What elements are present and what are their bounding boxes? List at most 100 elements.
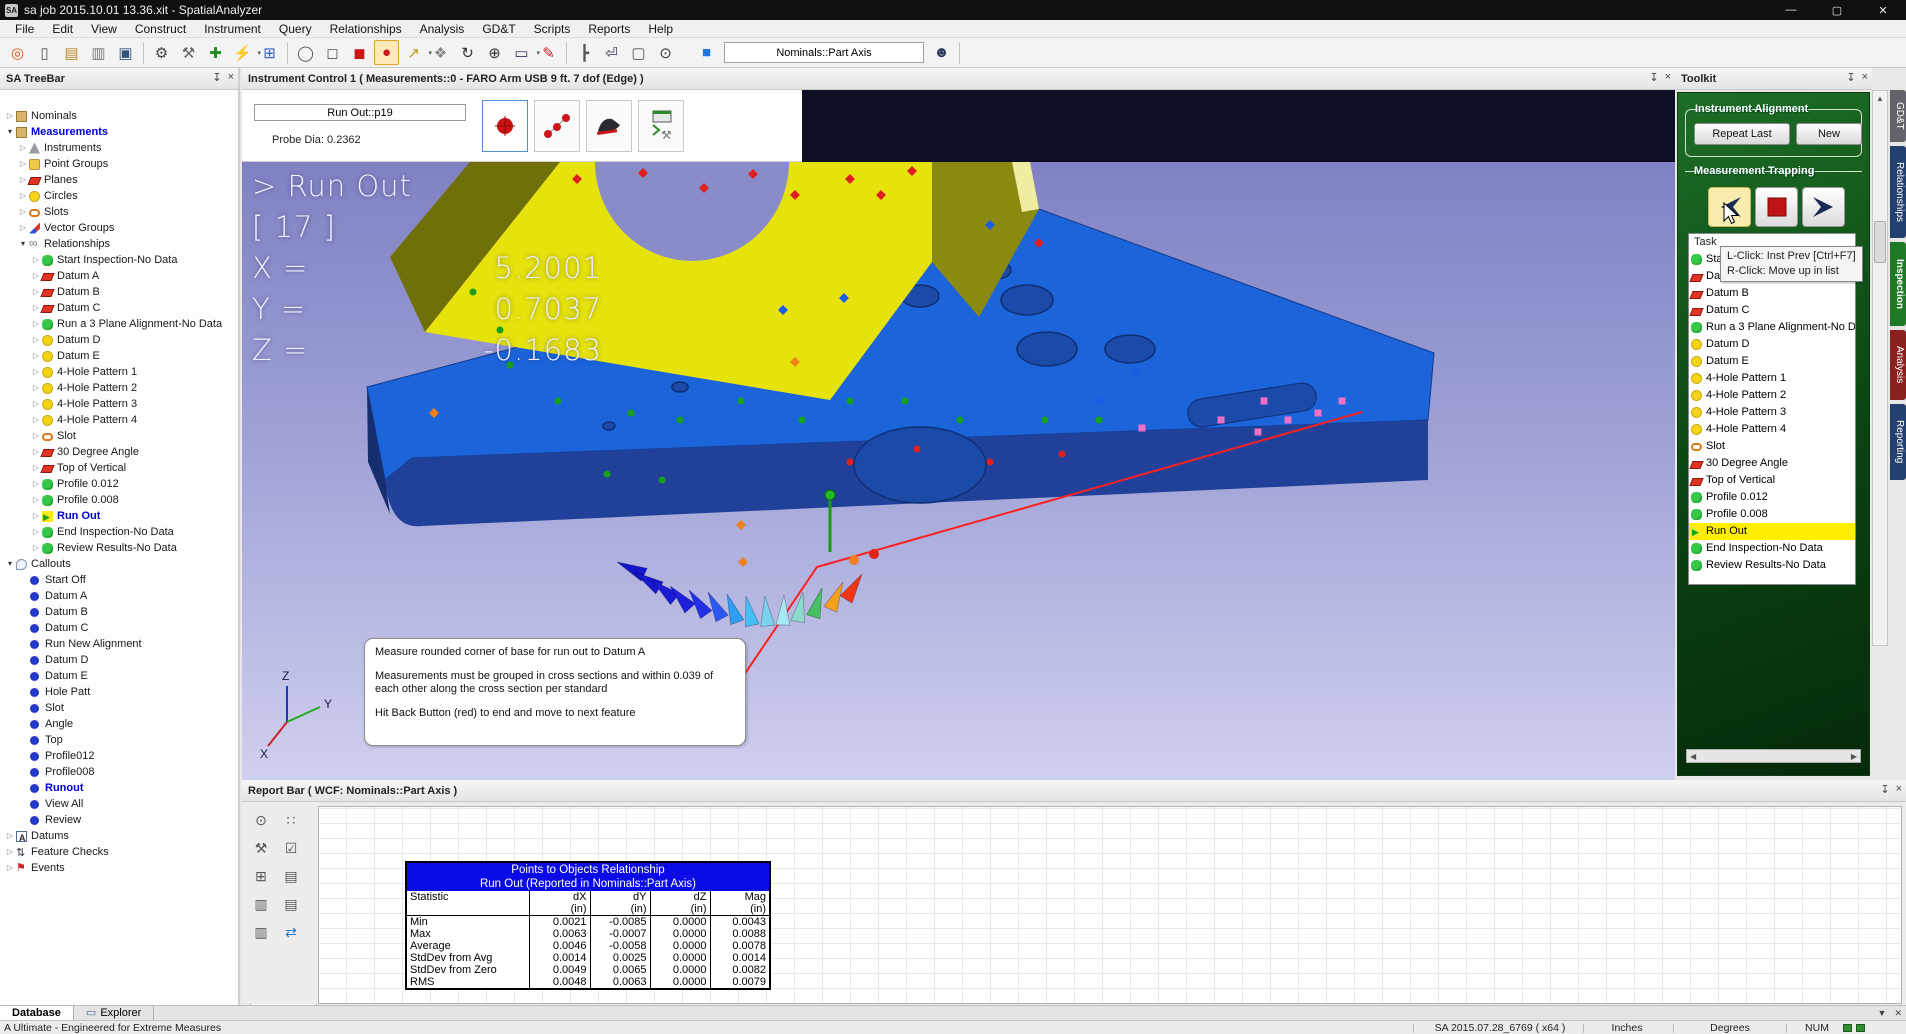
menu-edit[interactable]: Edit <box>43 21 82 37</box>
task-top-of-vertical[interactable]: Top of Vertical <box>1689 472 1855 489</box>
new-file-button[interactable]: ▯ <box>32 40 57 65</box>
snapshot-camera-button[interactable]: ⊙ <box>248 808 274 832</box>
add-instrument-button[interactable]: ✚ <box>203 40 228 65</box>
menu-analysis[interactable]: Analysis <box>411 21 474 37</box>
expander-icon[interactable]: ▾ <box>4 124 16 140</box>
task-run-out[interactable]: Run Out <box>1689 523 1855 540</box>
task-run-a-3-plane-alignment-no-dat[interactable]: Run a 3 Plane Alignment-No Dat <box>1689 319 1855 336</box>
tree-item-datum-c[interactable]: ▷Datum C <box>0 300 238 316</box>
toolkit-vertical-scrollbar[interactable]: ▲ <box>1872 90 1888 646</box>
expander-icon[interactable]: ▷ <box>30 332 42 348</box>
task-datum-c[interactable]: Datum C <box>1689 302 1855 319</box>
tree-item-datum-d[interactable]: ▷Datum D <box>0 332 238 348</box>
color-palette-button[interactable]: ❖ <box>428 40 453 65</box>
side-tab-relationships[interactable]: Relationships <box>1890 146 1906 238</box>
menu-help[interactable]: Help <box>639 21 682 37</box>
blue-square-button[interactable]: ■ <box>694 40 719 65</box>
task-4-hole-pattern-1[interactable]: 4-Hole Pattern 1 <box>1689 370 1855 387</box>
task-review-results-no-data[interactable]: Review Results-No Data <box>1689 557 1855 574</box>
trap-forward-button[interactable] <box>1802 187 1845 227</box>
enter-key-button[interactable]: ⏎ <box>599 40 624 65</box>
tree-item-profile-0-008[interactable]: ▷Profile 0.008 <box>0 492 238 508</box>
tree-item-datum-d[interactable]: Datum D <box>0 652 238 668</box>
side-tab-gdt[interactable]: GD&T <box>1890 90 1906 142</box>
tree-item-4-hole-pattern-3[interactable]: ▷4-Hole Pattern 3 <box>0 396 238 412</box>
expander-icon[interactable]: ▷ <box>17 156 29 172</box>
tree-item-slot[interactable]: Slot <box>0 700 238 716</box>
tree-item-relationships[interactable]: ▾Relationships <box>0 236 238 252</box>
expander-icon[interactable]: ▷ <box>30 316 42 332</box>
task-slot[interactable]: Slot <box>1689 438 1855 455</box>
tree-item-point-groups[interactable]: ▷Point Groups <box>0 156 238 172</box>
measure-pen-button[interactable]: ✎ <box>536 40 561 65</box>
menu-relationships[interactable]: Relationships <box>321 21 411 37</box>
sphere-wireframe-button[interactable]: ◯ <box>293 40 318 65</box>
expander-icon[interactable]: ▷ <box>30 284 42 300</box>
scroll-right-icon[interactable]: ▶ <box>1851 752 1857 761</box>
expander-icon[interactable]: ▷ <box>17 140 29 156</box>
refresh-button[interactable]: ⇄ <box>278 920 304 944</box>
close-icon[interactable]: × <box>1862 71 1868 84</box>
repeat-last-button[interactable]: Repeat Last <box>1694 123 1790 145</box>
tree-item-review-results-no-data[interactable]: ▷Review Results-No Data <box>0 540 238 556</box>
open-folder-button[interactable]: ▤ <box>59 40 84 65</box>
expander-icon[interactable]: ▷ <box>30 364 42 380</box>
tree-item-4-hole-pattern-2[interactable]: ▷4-Hole Pattern 2 <box>0 380 238 396</box>
settings-gear-button[interactable]: ⚙ <box>149 40 174 65</box>
tree-item-planes[interactable]: ▷Planes <box>0 172 238 188</box>
menu-view[interactable]: View <box>82 21 126 37</box>
tree-item-4-hole-pattern-1[interactable]: ▷4-Hole Pattern 1 <box>0 364 238 380</box>
expander-icon[interactable]: ▷ <box>30 252 42 268</box>
tree-item-datum-b[interactable]: Datum B <box>0 604 238 620</box>
toolkit-horizontal-scrollbar[interactable]: ◀ ▶ <box>1686 749 1861 763</box>
tree-item-datum-b[interactable]: ▷Datum B <box>0 284 238 300</box>
tree-item-end-inspection-no-data[interactable]: ▷End Inspection-No Data <box>0 524 238 540</box>
menu-construct[interactable]: Construct <box>126 21 195 37</box>
menu-file[interactable]: File <box>6 21 43 37</box>
save-button[interactable]: ▣ <box>113 40 138 65</box>
probe-tool-button[interactable] <box>586 100 632 152</box>
point-name-field[interactable] <box>254 104 466 121</box>
checklist-button[interactable]: ☑ <box>278 836 304 860</box>
tree-item-runout[interactable]: Runout <box>0 780 238 796</box>
scroll-left-icon[interactable]: ◀ <box>1690 752 1696 761</box>
chevron-down-icon[interactable]: ▼ <box>1878 1006 1887 1020</box>
expander-icon[interactable]: ▷ <box>17 172 29 188</box>
expander-icon[interactable]: ▷ <box>30 380 42 396</box>
close-icon[interactable]: × <box>1896 783 1902 796</box>
copy-button[interactable]: ∷ <box>278 808 304 832</box>
task-profile-0-012[interactable]: Profile 0.012 <box>1689 489 1855 506</box>
tree-item-profile008[interactable]: Profile008 <box>0 764 238 780</box>
menu-query[interactable]: Query <box>270 21 321 37</box>
run-script-button[interactable]: ⚡▾ <box>230 40 255 65</box>
measure-point-button[interactable] <box>482 100 528 152</box>
tree-item-callouts[interactable]: ▾Callouts <box>0 556 238 572</box>
tree-item-datum-e[interactable]: ▷Datum E <box>0 348 238 364</box>
tree-item-angle[interactable]: Angle <box>0 716 238 732</box>
tree-item-run-a-3-plane-alignment-no-data[interactable]: ▷Run a 3 Plane Alignment-No Data <box>0 316 238 332</box>
expander-icon[interactable]: ▷ <box>4 844 16 860</box>
expander-icon[interactable]: ▾ <box>4 556 16 572</box>
tree-item-datum-e[interactable]: Datum E <box>0 668 238 684</box>
scroll-up-icon[interactable]: ▲ <box>1873 91 1887 106</box>
translate-part-button[interactable]: ↗▾ <box>401 40 426 65</box>
side-tab-inspection[interactable]: Inspection <box>1890 242 1906 326</box>
task-4-hole-pattern-2[interactable]: 4-Hole Pattern 2 <box>1689 387 1855 404</box>
selection-box-button[interactable]: ▢ <box>626 40 651 65</box>
tree-item-feature-checks[interactable]: ▷Feature Checks <box>0 844 238 860</box>
cube-solid-button[interactable]: ◼ <box>347 40 372 65</box>
expander-icon[interactable]: ▷ <box>30 524 42 540</box>
tree-item-datums[interactable]: ▷Datums <box>0 828 238 844</box>
tree-item-top-of-vertical[interactable]: ▷Top of Vertical <box>0 460 238 476</box>
pin-icon[interactable]: ↧ <box>1880 783 1889 796</box>
menu-scripts[interactable]: Scripts <box>525 21 580 37</box>
minimize-button[interactable]: — <box>1768 0 1814 20</box>
task-datum-b[interactable]: Datum B <box>1689 285 1855 302</box>
tree-item-run-out[interactable]: ▷Run Out <box>0 508 238 524</box>
tree-item-slots[interactable]: ▷Slots <box>0 204 238 220</box>
side-tab-reporting[interactable]: Reporting <box>1890 404 1906 480</box>
task-datum-e[interactable]: Datum E <box>1689 353 1855 370</box>
expander-icon[interactable]: ▷ <box>30 348 42 364</box>
scrollbar-thumb[interactable] <box>1874 221 1886 263</box>
tree-item-datum-a[interactable]: Datum A <box>0 588 238 604</box>
